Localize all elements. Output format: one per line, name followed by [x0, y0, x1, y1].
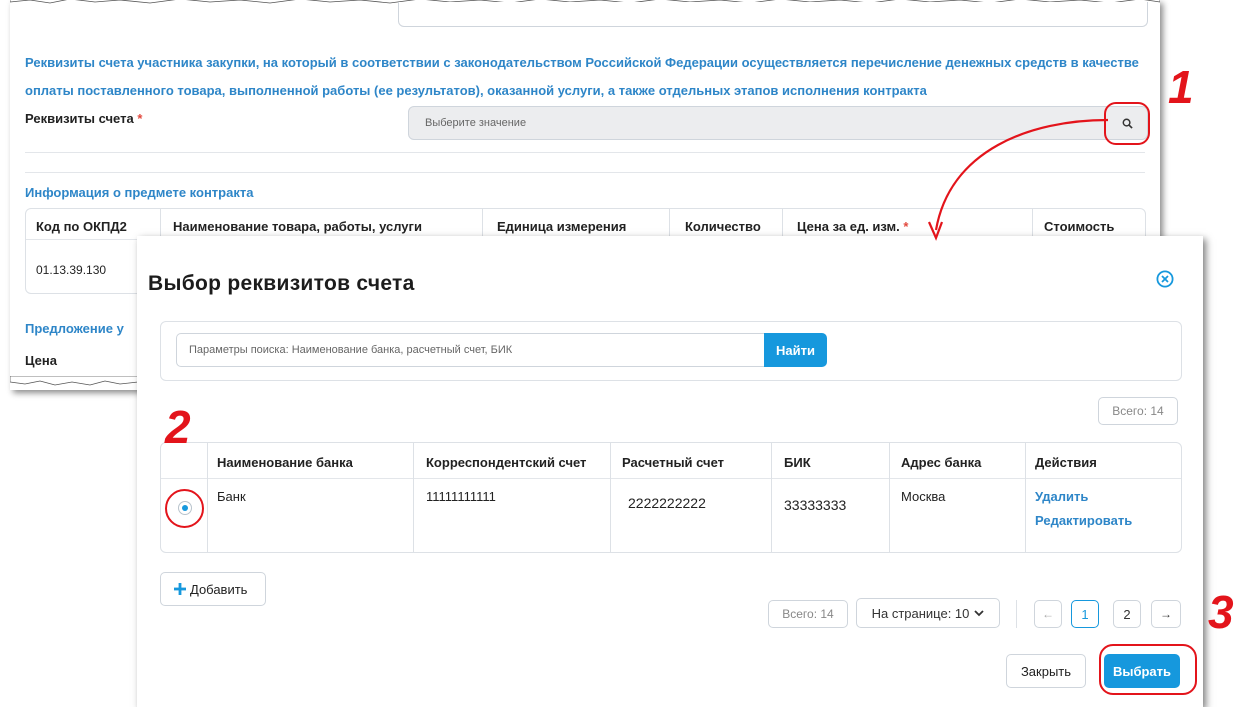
column-header: Действия	[1035, 455, 1097, 470]
divider	[413, 443, 414, 552]
divider	[1016, 600, 1017, 628]
callout-arrow	[927, 118, 1109, 241]
bank-search-input[interactable]	[176, 333, 765, 367]
table-header: Единица измерения	[497, 219, 627, 234]
divider	[1025, 443, 1026, 552]
required-mark: *	[903, 219, 909, 234]
arrow-right-icon: →	[1160, 607, 1172, 621]
table-header: Количество	[685, 219, 761, 234]
divider	[160, 209, 161, 239]
divider	[610, 443, 611, 552]
previous-field-input[interactable]	[398, 2, 1148, 27]
total-count-badge: Всего: 14	[1098, 397, 1178, 425]
modal-title: Выбор реквизитов счета	[148, 272, 415, 295]
column-header: Расчетный счет	[622, 455, 725, 470]
contract-section-heading: Информация о предмете контракта	[25, 185, 254, 200]
per-page-value: На странице: 10	[871, 605, 970, 621]
add-account-button[interactable]: Добавить	[160, 572, 266, 606]
table-header: Наименование товара, работы, услуги	[173, 219, 422, 234]
column-header: Корреспондентский счет	[426, 455, 587, 470]
chevron-down-icon	[974, 610, 985, 617]
bank-search-field[interactable]	[187, 334, 751, 366]
edit-link[interactable]: Редактировать	[1035, 513, 1132, 528]
torn-edge-bottom	[10, 376, 138, 386]
close-circle-icon	[1156, 270, 1174, 288]
prev-page-button[interactable]: ←	[1034, 600, 1062, 628]
callout-number-2: 2	[165, 401, 191, 453]
callout-number-1: 1	[1168, 61, 1194, 113]
cell-account: 2222222222	[628, 495, 706, 511]
pagination-total: Всего: 14	[768, 600, 848, 628]
arrow-left-icon: ←	[1042, 607, 1054, 621]
per-page-select[interactable]: На странице: 10	[856, 598, 1000, 628]
cell-corr-account: 11111111111	[426, 489, 496, 504]
divider	[782, 209, 783, 239]
divider	[207, 443, 208, 552]
find-button[interactable]: Найти	[764, 333, 827, 367]
plus-icon	[174, 583, 186, 595]
add-account-label: Добавить	[190, 581, 248, 597]
account-section-heading: Реквизиты счета участника закупки, на ко…	[25, 55, 1139, 98]
cell-address: Москва	[901, 489, 946, 504]
column-header: Адрес банка	[901, 455, 982, 470]
callout-ring-radio	[165, 489, 204, 528]
divider	[889, 443, 890, 552]
page-button-1[interactable]: 1	[1071, 600, 1099, 628]
column-header: Наименование банка	[217, 455, 353, 470]
required-mark: *	[137, 111, 143, 126]
column-header: БИК	[784, 455, 811, 470]
account-select-placeholder: Выберите значение	[425, 117, 527, 129]
account-label: Реквизиты счета *	[25, 111, 142, 126]
delete-link[interactable]: Удалить	[1035, 489, 1088, 504]
divider	[161, 478, 1181, 479]
divider	[482, 209, 483, 239]
table-header: Код по ОКПД2	[36, 219, 127, 234]
modal-close-button[interactable]	[1156, 270, 1174, 288]
next-page-button[interactable]: →	[1151, 600, 1181, 628]
price-label: Цена	[25, 353, 57, 368]
row-code: 01.13.39.130	[36, 263, 107, 277]
account-label-text: Реквизиты счета	[25, 111, 134, 126]
table-header-price: Цена за ед. изм.	[797, 219, 900, 234]
offer-section-heading: Предложение у	[25, 321, 124, 336]
divider	[771, 443, 772, 552]
close-button[interactable]: Закрыть	[1006, 654, 1086, 688]
table-header: Цена за ед. изм. *	[797, 219, 908, 234]
cell-bank-name: Банк	[217, 489, 246, 504]
page-button-2[interactable]: 2	[1113, 600, 1141, 628]
divider	[669, 209, 670, 239]
cell-bik: 33333333	[784, 497, 847, 513]
callout-number-3: 3	[1208, 586, 1234, 638]
callout-ring-select	[1099, 644, 1197, 695]
